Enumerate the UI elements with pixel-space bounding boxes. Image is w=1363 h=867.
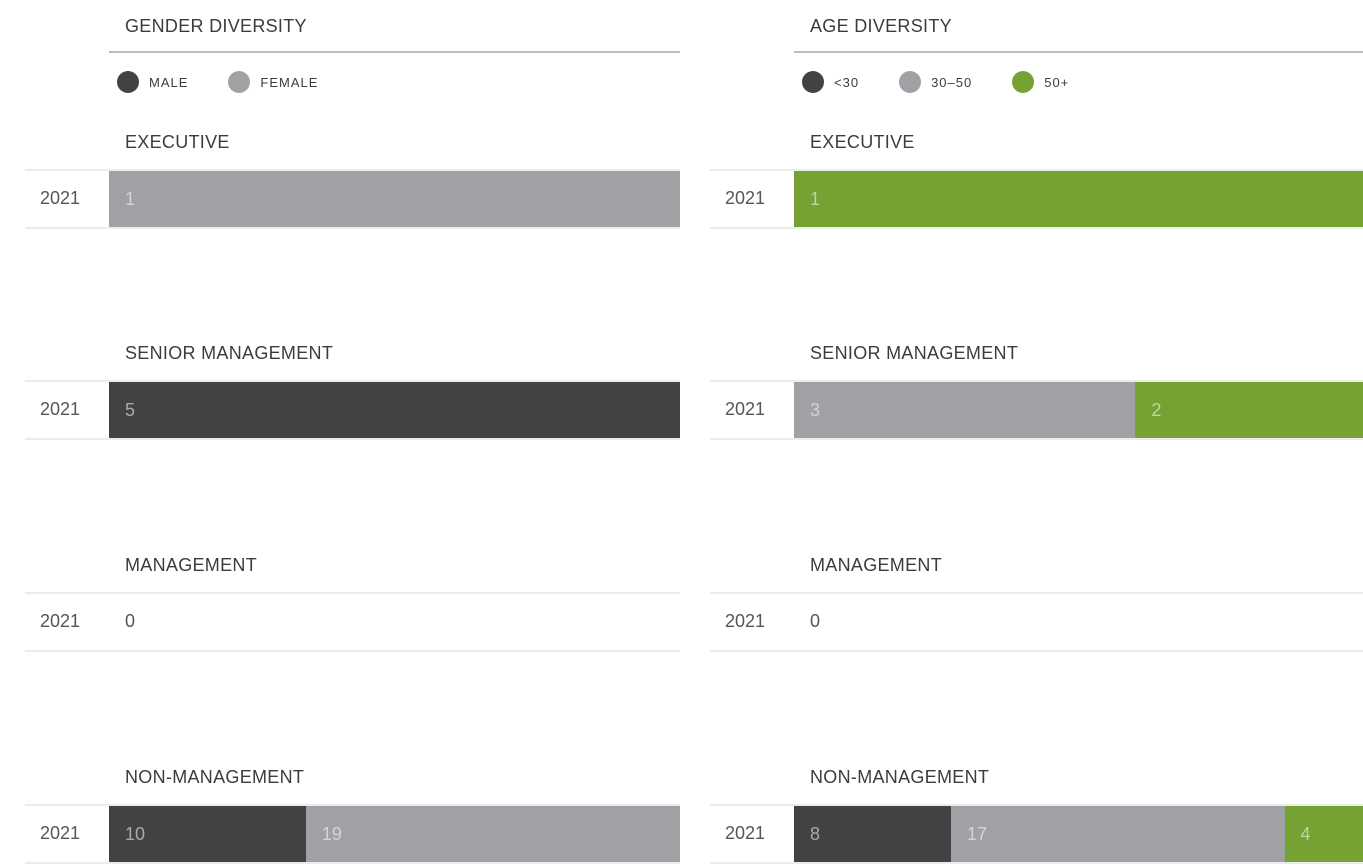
bar-group: MANAGEMENT 2021 0: [25, 555, 680, 655]
legend-swatch: [1012, 71, 1035, 93]
row-divider-bottom: [710, 650, 1363, 652]
legend-label: <30: [834, 74, 860, 90]
group-title: NON-MANAGEMENT: [810, 767, 990, 787]
bar-value-label: 2: [1151, 399, 1162, 420]
bar-value-label: 19: [321, 823, 342, 844]
bar-value-label: 0: [810, 611, 821, 631]
legend-swatch: [802, 71, 824, 93]
title-divider: [794, 51, 1363, 53]
year-label: 2021: [725, 399, 766, 419]
row-divider-bottom: [25, 862, 680, 864]
row-divider-top: [25, 592, 680, 594]
bar-group: EXECUTIVE 2021 1: [710, 132, 1363, 232]
year-label: 2021: [40, 399, 81, 419]
bar-group: MANAGEMENT 2021 0: [710, 555, 1363, 655]
stacked-bar: 1: [109, 171, 680, 227]
row-divider-bottom: [25, 438, 680, 440]
bar-group: SENIOR MANAGEMENT 2021 3 2: [710, 343, 1363, 443]
stacked-bar: 8 17 4: [794, 806, 1363, 862]
legend-label: 50+: [1044, 74, 1070, 90]
bar-segment: 5: [109, 382, 680, 438]
legend-swatch: [899, 71, 922, 93]
bar-value-label: 3: [810, 399, 821, 420]
legend-label: MALE: [149, 74, 189, 90]
legend-item: 30–50: [899, 71, 972, 93]
group-title: SENIOR MANAGEMENT: [125, 343, 334, 363]
bar-value-label: 17: [966, 823, 987, 844]
group-title: EXECUTIVE: [125, 132, 230, 152]
legend-swatch: [117, 71, 139, 93]
stacked-bar: 5: [109, 382, 680, 438]
bar-segment: 3: [794, 382, 1136, 438]
row-divider-bottom: [710, 862, 1363, 864]
title-divider: [109, 51, 680, 53]
group-title: MANAGEMENT: [125, 555, 258, 575]
year-label: 2021: [40, 611, 81, 631]
chart-title: GENDER DIVERSITY: [125, 16, 307, 36]
legend-item: <30: [802, 71, 859, 93]
legend-label: FEMALE: [260, 74, 319, 90]
bar-value-label: 1: [810, 188, 821, 209]
year-label: 2021: [725, 188, 766, 208]
bar-group: NON-MANAGEMENT 2021 8 17 4: [710, 767, 1363, 867]
legend-label: 30–50: [931, 74, 973, 90]
row-divider-top: [710, 592, 1363, 594]
bar-group: EXECUTIVE 2021 1: [25, 132, 680, 232]
group-title: MANAGEMENT: [810, 555, 943, 575]
chart-legend: <30 30–50 50+: [802, 71, 1109, 93]
stacked-bar: 32: [794, 382, 1363, 438]
row-divider-bottom: [710, 227, 1363, 229]
bar-segment: 8: [794, 806, 951, 862]
year-label: 2021: [725, 823, 766, 843]
bar-segment: 1: [794, 171, 1363, 227]
row-divider-bottom: [25, 650, 680, 652]
bar-value-label: 1: [125, 188, 136, 209]
bar-value-label: 0: [125, 611, 136, 631]
group-title: NON-MANAGEMENT: [125, 767, 305, 787]
bar-value-label: 8: [810, 823, 821, 844]
row-divider-bottom: [25, 227, 680, 229]
group-title: SENIOR MANAGEMENT: [810, 343, 1019, 363]
bar-segment: 19: [305, 806, 680, 862]
legend-item: MALE: [117, 71, 188, 93]
bar-value-label: 10: [125, 823, 146, 844]
legend-item: 50+: [1012, 71, 1069, 93]
row-divider-bottom: [710, 438, 1363, 440]
bar-group: NON-MANAGEMENT 2021 10 19: [25, 767, 680, 867]
bar-value-label: 4: [1300, 823, 1311, 844]
bar-segment: 4: [1284, 806, 1363, 862]
group-title: EXECUTIVE: [810, 132, 915, 152]
bar-segment: 2: [1135, 382, 1363, 438]
year-label: 2021: [725, 611, 766, 631]
chart-legend: MALE FEMALE: [117, 71, 358, 93]
legend-item: FEMALE: [228, 71, 318, 93]
chart-title: AGE DIVERSITY: [810, 16, 952, 36]
year-label: 2021: [40, 823, 81, 843]
bar-group: SENIOR MANAGEMENT 2021 5: [25, 343, 680, 443]
bar-segment: 10: [109, 806, 306, 862]
legend-swatch: [228, 71, 251, 93]
stacked-bar: 1: [794, 171, 1363, 227]
bar-segment: 17: [950, 806, 1285, 862]
year-label: 2021: [40, 188, 81, 208]
bar-segment: 1: [109, 171, 680, 227]
stacked-bar: 10 19: [109, 806, 680, 862]
bar-value-label: 5: [125, 399, 136, 420]
